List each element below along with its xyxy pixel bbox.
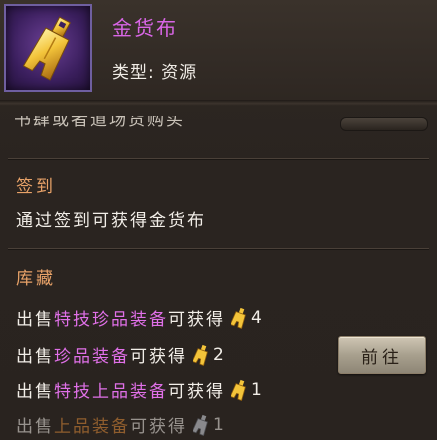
row-suffix: 可获得: [168, 310, 225, 330]
header-divider: [0, 100, 437, 106]
goto-button[interactable]: 前往: [338, 336, 426, 374]
row-equipment: 特技上品装备: [54, 382, 168, 402]
row-count: 1: [213, 414, 226, 435]
row-suffix: 可获得: [130, 417, 187, 437]
storage-row: 出售 上品装备 可获得 1: [16, 412, 226, 437]
section-title-signin: 签到: [16, 177, 56, 197]
clipped-description-line: 书肆或者道场货购买: [14, 116, 185, 130]
storage-row: 出售 特技上品装备 可获得 1: [16, 377, 264, 402]
row-equipment: 特技珍品装备: [54, 310, 168, 330]
row-equipment: 珍品装备: [54, 347, 130, 367]
item-tooltip-panel: 金货布 类型: 资源 书肆或者道场货购买 签到 通过签到可获得金货布 库藏 出售…: [0, 0, 437, 440]
row-count: 1: [251, 379, 264, 400]
row-prefix: 出售: [16, 310, 54, 330]
scrollbar-thumb[interactable]: [340, 117, 428, 131]
section-divider: [8, 248, 429, 249]
gold-coin-icon: [231, 307, 246, 329]
section-divider: [8, 158, 429, 159]
gold-coin-spade-icon: [22, 16, 71, 81]
row-prefix: 出售: [16, 382, 54, 402]
signin-description: 通过签到可获得金货布: [16, 211, 206, 231]
gold-coin-icon: [231, 379, 246, 401]
row-equipment: 上品装备: [54, 417, 130, 437]
item-icon-frame: [4, 4, 92, 92]
storage-row: 出售 特技珍品装备 可获得 4: [16, 305, 264, 330]
row-prefix: 出售: [16, 417, 54, 437]
item-header: 金货布 类型: 资源: [0, 0, 437, 100]
item-type: 类型: 资源: [112, 63, 198, 83]
section-title-storage: 库藏: [16, 269, 56, 289]
row-count: 4: [251, 307, 264, 328]
silver-coin-icon: [193, 414, 208, 436]
row-suffix: 可获得: [168, 382, 225, 402]
gold-coin-icon: [193, 344, 208, 366]
item-name: 金货布: [112, 16, 178, 40]
row-count: 2: [213, 344, 226, 365]
row-prefix: 出售: [16, 347, 54, 367]
row-suffix: 可获得: [130, 347, 187, 367]
storage-row: 出售 珍品装备 可获得 2: [16, 342, 226, 367]
